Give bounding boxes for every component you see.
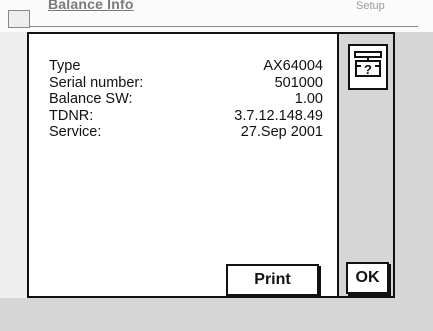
menu-icon: [8, 10, 30, 28]
svg-text:?: ?: [364, 62, 372, 77]
info-list: Type AX64004 Serial number: 501000 Balan…: [49, 58, 323, 141]
left-dither-strip: [0, 32, 27, 298]
info-row-software: Balance SW: 1.00: [49, 91, 323, 108]
info-value: AX64004: [263, 58, 323, 74]
info-row-type: Type AX64004: [49, 58, 323, 75]
info-label: Serial number:: [49, 74, 144, 91]
ok-button[interactable]: OK: [346, 262, 389, 294]
setup-label: Setup: [356, 0, 385, 12]
info-value: 3.7.12.148.49: [234, 107, 323, 124]
info-label: Balance SW:: [49, 91, 133, 107]
info-label: Service:: [49, 124, 102, 140]
print-button[interactable]: Print: [226, 264, 319, 296]
background-title: Balance Info: [48, 0, 134, 12]
info-row-service: Service: 27.Sep 2001: [49, 124, 323, 141]
info-row-tdnr: TDNR: 3.7.12.148.49: [49, 108, 323, 125]
info-label: TDNR:: [49, 107, 94, 124]
balance-help-icon: ?: [353, 50, 383, 85]
info-value: 501000: [274, 74, 323, 91]
info-label: Type: [49, 58, 81, 74]
info-value: 27.Sep 2001: [240, 124, 323, 140]
right-dither-strip: [395, 32, 433, 298]
balance-help-button[interactable]: ?: [348, 44, 388, 90]
balance-info-dialog: Type AX64004 Serial number: 501000 Balan…: [27, 32, 339, 298]
footer-strip: [0, 298, 433, 331]
header-divider: [30, 26, 418, 27]
info-value: 1.00: [294, 91, 323, 107]
info-row-serial: Serial number: 501000: [49, 75, 323, 92]
